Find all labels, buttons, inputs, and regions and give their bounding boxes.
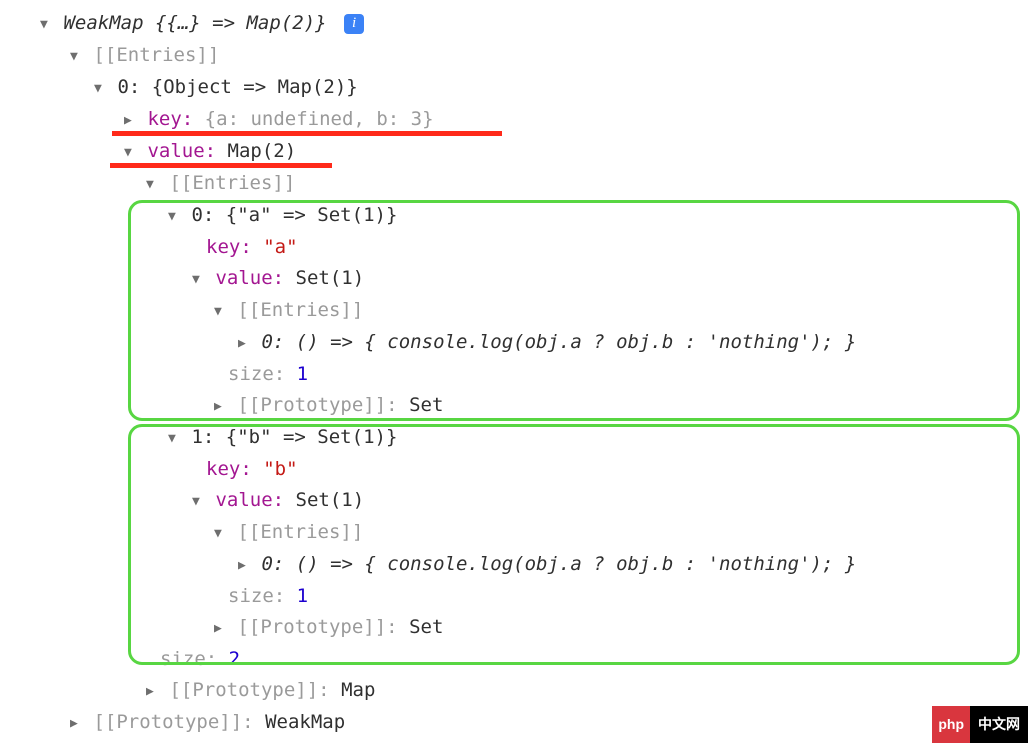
proto-label: [[Prototype]]: xyxy=(237,394,409,416)
map-1-proto-row[interactable]: [[Prototype]]: Set xyxy=(16,612,1030,644)
chevron-down-icon[interactable] xyxy=(146,169,158,200)
chevron-right-icon[interactable] xyxy=(146,676,158,707)
map-1-summary: {"b" => Set(1)} xyxy=(226,426,398,448)
chevron-right-icon[interactable] xyxy=(214,613,226,644)
chevron-down-icon[interactable] xyxy=(40,9,52,40)
watermark-left: php xyxy=(932,706,970,743)
value-summary: Map(2) xyxy=(228,140,297,162)
map-0-summary: {"a" => Set(1)} xyxy=(226,204,398,226)
chevron-down-icon[interactable] xyxy=(168,423,180,454)
chevron-down-icon[interactable] xyxy=(192,486,204,517)
value-summary: Set(1) xyxy=(296,267,365,289)
set-entries-label: [[Entries]] xyxy=(237,521,363,543)
chevron-down-icon[interactable] xyxy=(168,201,180,232)
proto-label: [[Prototype]]: xyxy=(93,711,265,733)
map-1-key-row[interactable]: key: "b" xyxy=(16,454,1030,485)
watermark-right: 中文网 xyxy=(970,706,1028,743)
root-weakmap-row[interactable]: WeakMap {{…} => Map(2)} i xyxy=(16,8,1030,40)
chevron-down-icon[interactable] xyxy=(214,296,226,327)
map-0-set-0-row[interactable]: 0: () => { console.log(obj.a ? obj.b : '… xyxy=(16,327,1030,359)
entry-0-value-row[interactable]: value: Map(2) xyxy=(16,136,1030,168)
proto-value: Set xyxy=(409,616,443,638)
map-0-key-row[interactable]: key: "a" xyxy=(16,232,1030,263)
value-label: value: xyxy=(147,140,227,162)
entries-row[interactable]: [[Entries]] xyxy=(16,40,1030,72)
entry-0-key-row[interactable]: key: {a: undefined, b: 3} xyxy=(16,104,1030,136)
key-value: "b" xyxy=(263,458,297,480)
size-value: 1 xyxy=(297,363,308,385)
size-label: size: xyxy=(160,648,229,670)
outer-proto-row[interactable]: [[Prototype]]: Map xyxy=(16,675,1030,707)
set-0-content: 0: () => { console.log(obj.a ? obj.b : '… xyxy=(261,331,856,353)
key-label: key: xyxy=(206,458,263,480)
chevron-right-icon[interactable] xyxy=(70,708,82,739)
map-0-set-entries-row[interactable]: [[Entries]] xyxy=(16,295,1030,327)
outer-size-row: size: 2 xyxy=(16,644,1030,675)
map-1-value-row[interactable]: value: Set(1) xyxy=(16,485,1030,517)
size-label: size: xyxy=(228,585,297,607)
map-entry-0-row[interactable]: 0: {"a" => Set(1)} xyxy=(16,200,1030,232)
chevron-right-icon[interactable] xyxy=(238,328,250,359)
key-value: "a" xyxy=(263,236,297,258)
proto-label: [[Prototype]]: xyxy=(169,679,341,701)
annotation-underline xyxy=(110,163,332,168)
map-1-set-0-row[interactable]: 0: () => { console.log(obj.a ? obj.b : '… xyxy=(16,549,1030,581)
inner-entries-label: [[Entries]] xyxy=(169,172,295,194)
proto-value: WeakMap xyxy=(265,711,345,733)
entry-0-summary: {Object => Map(2)} xyxy=(152,76,358,98)
chevron-down-icon[interactable] xyxy=(192,264,204,295)
value-label: value: xyxy=(215,267,295,289)
size-label: size: xyxy=(228,363,297,385)
entry-0-index: 0: xyxy=(117,76,151,98)
root-summary: {{…} => Map(2)} xyxy=(155,12,327,34)
map-1-size-row: size: 1 xyxy=(16,581,1030,612)
chevron-down-icon[interactable] xyxy=(70,41,82,72)
map-1-index: 1: xyxy=(191,426,225,448)
map-0-size-row: size: 1 xyxy=(16,359,1030,390)
annotation-underline xyxy=(112,131,502,136)
key-label: key: xyxy=(206,236,263,258)
proto-value: Map xyxy=(341,679,375,701)
map-entry-1-row[interactable]: 1: {"b" => Set(1)} xyxy=(16,422,1030,454)
set-entries-label: [[Entries]] xyxy=(237,299,363,321)
chevron-down-icon[interactable] xyxy=(214,518,226,549)
watermark-badge: php 中文网 xyxy=(932,706,1028,743)
value-label: value: xyxy=(215,489,295,511)
inner-entries-row[interactable]: [[Entries]] xyxy=(16,168,1030,200)
chevron-down-icon[interactable] xyxy=(94,73,106,104)
entries-label: [[Entries]] xyxy=(93,44,219,66)
size-value: 1 xyxy=(297,585,308,607)
set-0-content: 0: () => { console.log(obj.a ? obj.b : '… xyxy=(261,553,856,575)
value-summary: Set(1) xyxy=(296,489,365,511)
chevron-right-icon[interactable] xyxy=(214,391,226,422)
proto-label: [[Prototype]]: xyxy=(237,616,409,638)
map-0-index: 0: xyxy=(191,204,225,226)
proto-value: Set xyxy=(409,394,443,416)
info-icon[interactable]: i xyxy=(344,14,364,34)
key-value: {a: undefined, b: 3} xyxy=(205,108,434,130)
key-label: key: xyxy=(147,108,204,130)
entry-0-row[interactable]: 0: {Object => Map(2)} xyxy=(16,72,1030,104)
root-type: WeakMap xyxy=(63,12,143,34)
root-proto-row[interactable]: [[Prototype]]: WeakMap xyxy=(16,707,1030,739)
map-0-value-row[interactable]: value: Set(1) xyxy=(16,263,1030,295)
map-0-proto-row[interactable]: [[Prototype]]: Set xyxy=(16,390,1030,422)
chevron-right-icon[interactable] xyxy=(238,550,250,581)
map-1-set-entries-row[interactable]: [[Entries]] xyxy=(16,517,1030,549)
size-value: 2 xyxy=(229,648,240,670)
